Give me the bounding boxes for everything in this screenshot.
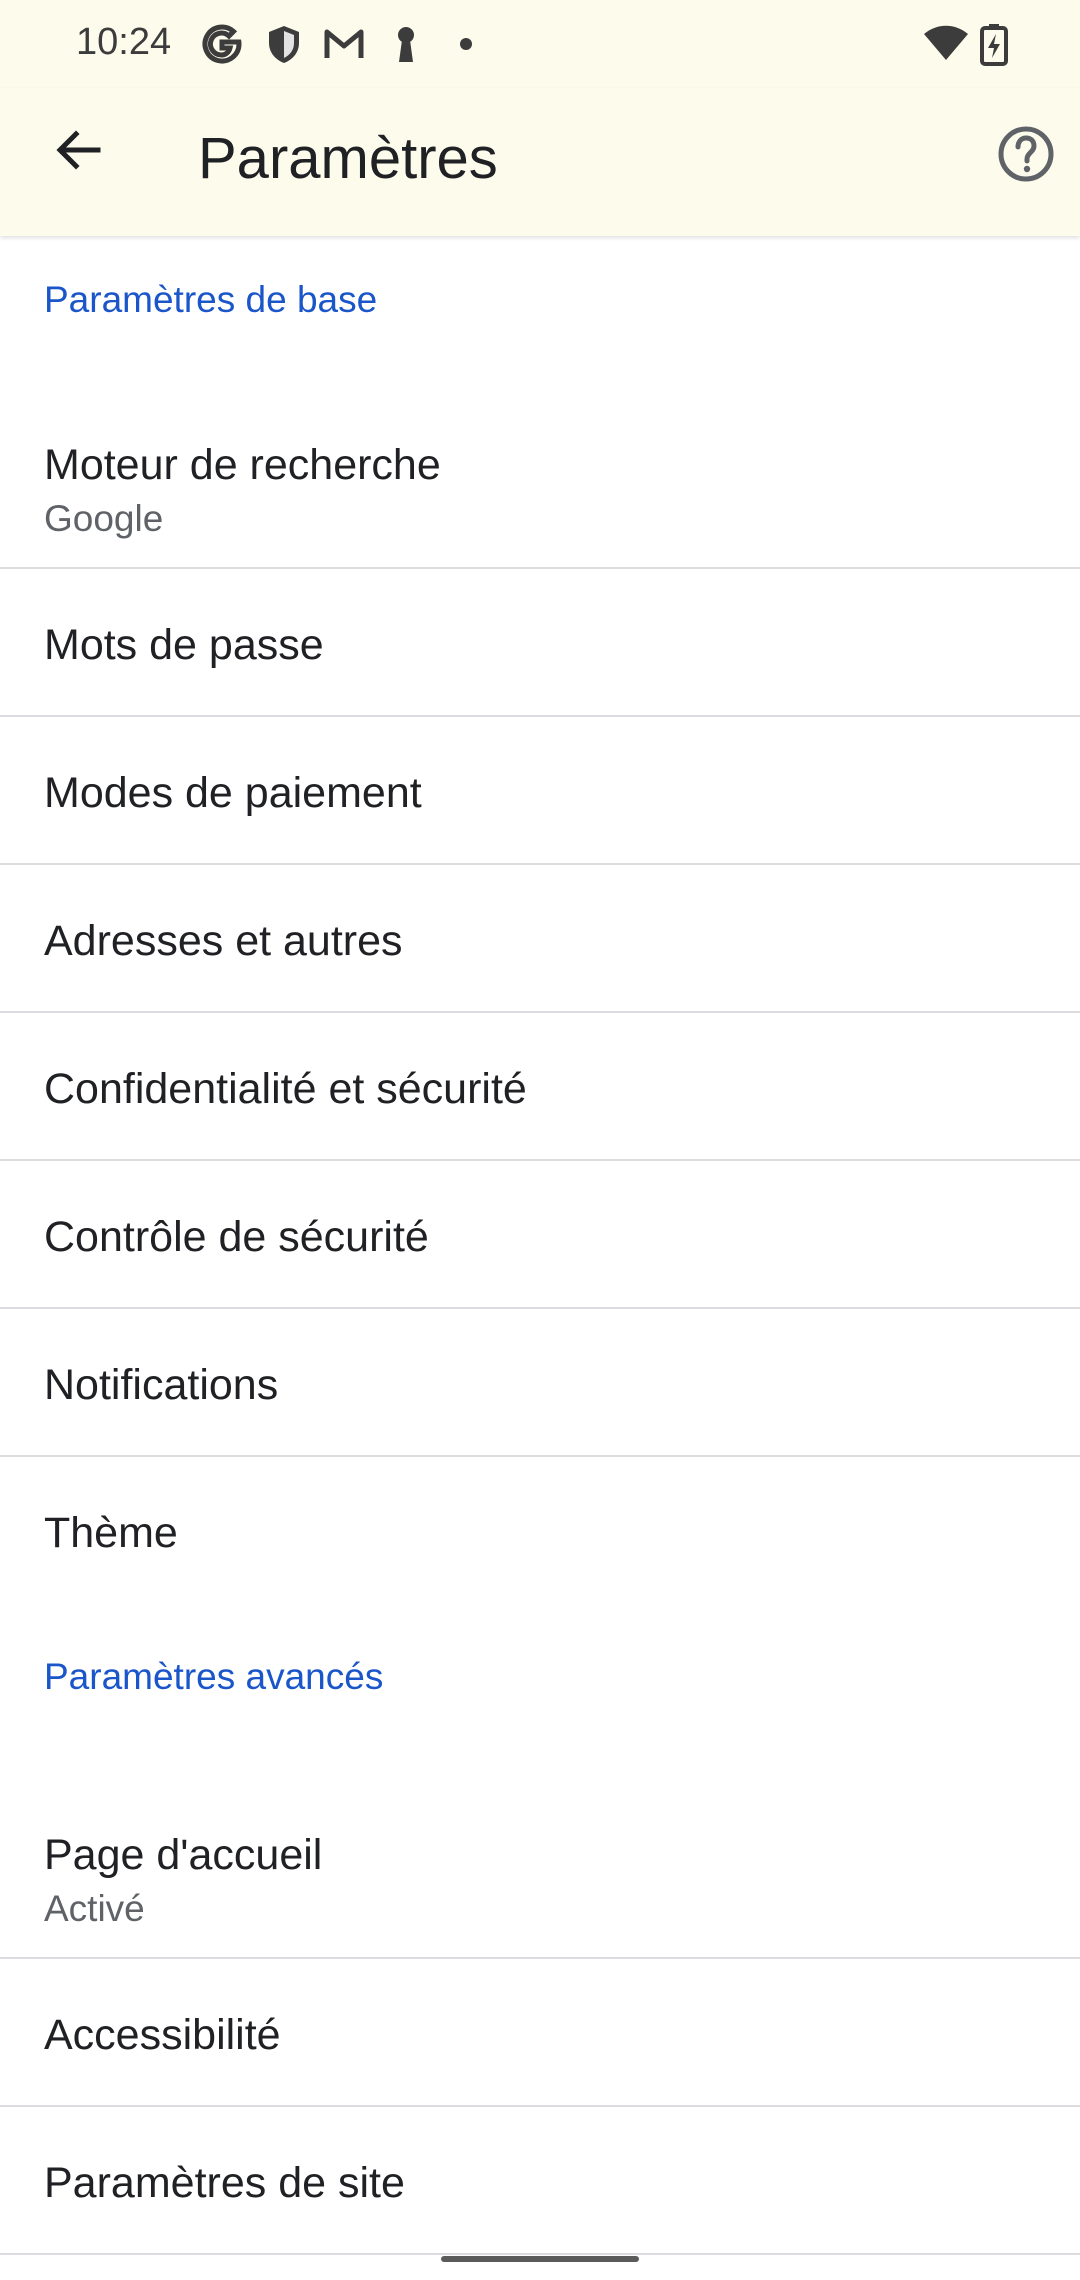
section-header-label: Paramètres de base bbox=[44, 279, 378, 320]
settings-item-accessibility[interactable]: Accessibilité bbox=[0, 1959, 1080, 2107]
settings-item-homepage[interactable]: Page d'accueil Activé bbox=[0, 1753, 1080, 1959]
dot-icon bbox=[446, 22, 490, 66]
settings-item-label: Page d'accueil bbox=[44, 1831, 323, 1879]
settings-item-summary: Google bbox=[44, 498, 164, 539]
section-header-basic: Paramètres de base bbox=[0, 236, 1080, 363]
section-header-label: Paramètres avancés bbox=[44, 1656, 384, 1697]
shield-icon bbox=[262, 22, 306, 66]
status-bar: 10:24 bbox=[0, 0, 1080, 88]
help-button[interactable] bbox=[992, 122, 1060, 190]
wifi-icon bbox=[922, 22, 970, 66]
status-time: 10:24 bbox=[76, 21, 172, 63]
settings-item-label: Mots de passe bbox=[44, 621, 324, 669]
gmail-icon bbox=[322, 22, 366, 66]
help-circle-icon bbox=[996, 124, 1056, 189]
settings-item-passwords[interactable]: Mots de passe bbox=[0, 569, 1080, 717]
settings-item-label: Contrôle de sécurité bbox=[44, 1213, 429, 1261]
settings-item-safety-check[interactable]: Contrôle de sécurité bbox=[0, 1161, 1080, 1309]
page-title: Paramètres bbox=[198, 126, 498, 191]
battery-charging-icon bbox=[978, 22, 1010, 66]
settings-item-label: Confidentialité et sécurité bbox=[44, 1065, 527, 1113]
settings-item-label: Adresses et autres bbox=[44, 917, 403, 965]
app-bar: Paramètres bbox=[0, 88, 1080, 236]
settings-item-notifications[interactable]: Notifications bbox=[0, 1309, 1080, 1457]
settings-item-theme[interactable]: Thème bbox=[0, 1457, 1080, 1605]
settings-item-summary: Activé bbox=[44, 1888, 145, 1929]
arrow-back-icon bbox=[52, 124, 104, 181]
settings-item-label: Modes de paiement bbox=[44, 769, 422, 817]
settings-item-label: Accessibilité bbox=[44, 2011, 281, 2059]
settings-item-label: Notifications bbox=[44, 1361, 279, 1409]
settings-item-label: Moteur de recherche bbox=[44, 441, 441, 489]
gesture-nav-handle[interactable] bbox=[441, 2256, 639, 2262]
google-icon bbox=[200, 22, 244, 66]
settings-list: Paramètres de base Moteur de recherche G… bbox=[0, 236, 1080, 2255]
keyhole-icon bbox=[384, 22, 428, 66]
settings-item-privacy-security[interactable]: Confidentialité et sécurité bbox=[0, 1013, 1080, 1161]
back-button[interactable] bbox=[40, 114, 116, 190]
settings-item-addresses[interactable]: Adresses et autres bbox=[0, 865, 1080, 1013]
settings-item-search-engine[interactable]: Moteur de recherche Google bbox=[0, 363, 1080, 569]
settings-item-label: Thème bbox=[44, 1509, 178, 1557]
settings-item-payment-methods[interactable]: Modes de paiement bbox=[0, 717, 1080, 865]
section-header-advanced: Paramètres avancés bbox=[0, 1605, 1080, 1753]
settings-item-label: Paramètres de site bbox=[44, 2159, 405, 2207]
settings-item-site-settings[interactable]: Paramètres de site bbox=[0, 2107, 1080, 2255]
